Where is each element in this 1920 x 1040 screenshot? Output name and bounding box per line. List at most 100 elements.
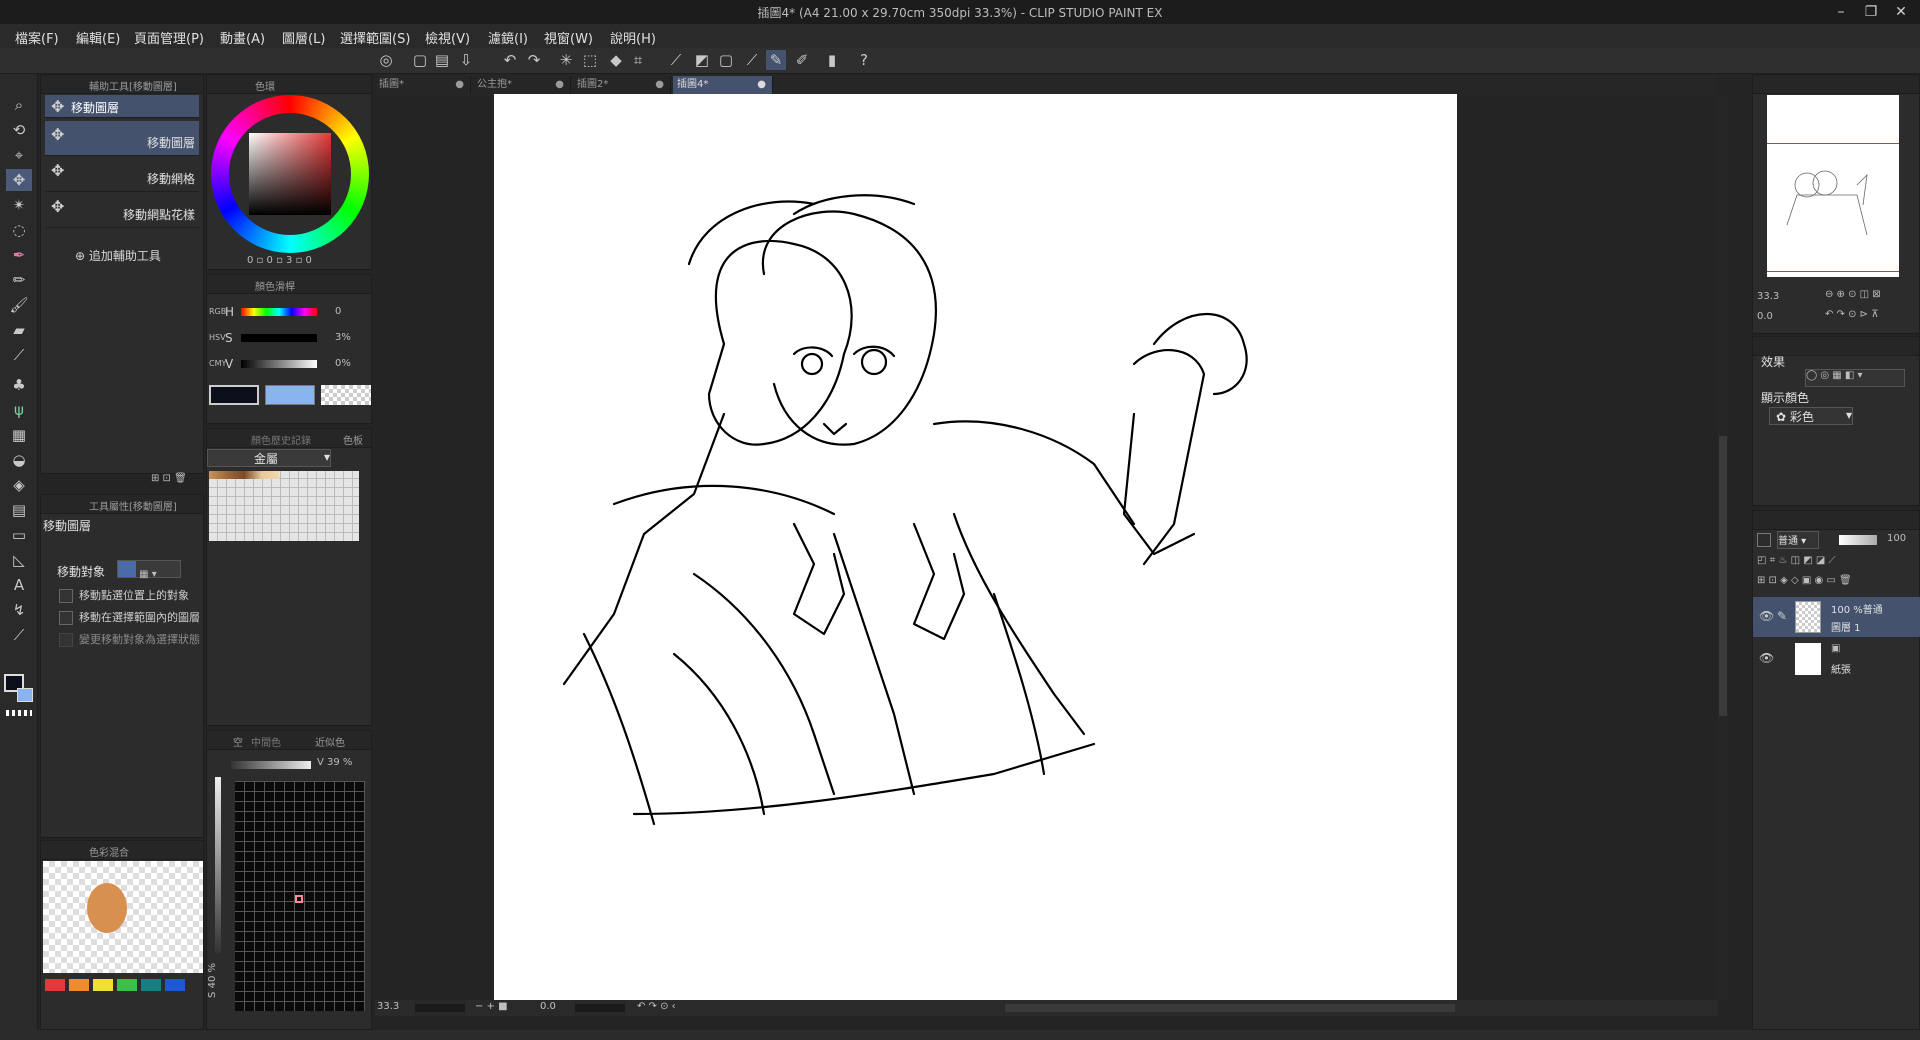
slider-row-h[interactable]: H 0 [225,305,371,319]
brush-icon[interactable]: 🖌 [6,294,32,316]
pencil-icon[interactable]: ✏ [6,269,32,291]
gradient-icon[interactable]: ▤ [6,499,32,521]
layer-row-2[interactable]: 👁 ▣ 紙張 [1753,639,1920,679]
object-icon[interactable]: ⌖ [6,144,32,166]
navigator-rotate-buttons[interactable]: ↶ ↷ ⊙ ⊳ ⊼ [1825,309,1879,320]
decoration-icon[interactable]: ♣ [6,374,32,396]
opacity-slider[interactable] [1839,535,1877,545]
sub-color-icon[interactable] [17,688,33,702]
slider-row-s[interactable]: S 3% [225,331,371,345]
text-icon[interactable]: A [6,574,32,596]
menu-edit[interactable]: 編輯(E) [76,28,120,47]
eye-icon[interactable]: 👁 [1759,609,1774,623]
color-set-grid[interactable] [209,471,359,541]
tab-doc-2[interactable]: 公主抱* ● [473,76,571,94]
status-angle[interactable]: 0.0 [540,1001,556,1012]
menu-filter[interactable]: 濾鏡(I) [488,28,528,47]
menu-page[interactable]: 頁面管理(P) [134,28,204,47]
canvas-paper[interactable] [494,94,1457,1001]
correct-line-icon[interactable]: ⟋ [6,624,32,646]
sub-color-swatch[interactable] [265,385,315,405]
mix-swatch-orange[interactable] [69,979,89,991]
menu-file[interactable]: 檔案(F) [15,28,59,47]
minimize-icon[interactable]: – [1826,0,1856,24]
mix-swatch-green[interactable] [117,979,137,991]
navigator-preview[interactable] [1767,95,1899,277]
pen-settings-icon[interactable]: ✐ [792,50,812,70]
layer-tool-row-1[interactable]: ◰ ⌗ ♨ ◫ ◩ ◪ ⟋ [1757,555,1835,566]
status-zoom[interactable]: 33.3 [377,1001,399,1012]
auto-select-icon[interactable]: ✴ [6,194,32,216]
blend-icon[interactable]: ◒ [6,449,32,471]
rotate-slider[interactable] [575,1004,625,1012]
subtool-item-move-grid[interactable]: ✥ 移動網格 [45,157,199,192]
lasso-icon[interactable]: ◌ [6,219,32,241]
vertical-scrollbar[interactable] [1717,96,1729,1000]
frame-icon[interactable]: ▦ [6,424,32,446]
operation-icon[interactable]: ⟲ [6,119,32,141]
saturation-square[interactable] [249,133,331,215]
redo-icon[interactable]: ↷ [524,50,544,70]
menu-window[interactable]: 視窗(W) [544,28,593,47]
ruler-snap2-icon[interactable]: ◩ [692,50,712,70]
similar-color-grid[interactable] [235,781,365,1011]
figure-icon[interactable]: ▭ [6,524,32,546]
tab-doc-3[interactable]: 插圖2* ● [573,76,671,94]
menu-animation[interactable]: 動畫(A) [220,28,265,47]
maximize-icon[interactable]: ❐ [1856,0,1886,24]
layer-lock-icon[interactable] [1757,533,1771,547]
ruler-icon[interactable]: ◺ [6,549,32,571]
similar-s-slider[interactable] [215,777,221,953]
navigator-angle[interactable]: 0.0 [1757,311,1773,322]
zoom-buttons[interactable]: − + ■ [475,1001,508,1012]
similar-v-slider[interactable] [231,761,311,769]
subtool-item-move-layer[interactable]: ✥ 移動圖層 [45,121,199,156]
subtool-item-move-tone[interactable]: ✥ 移動網點花樣 [45,193,199,228]
close-icon[interactable]: ✕ [1886,0,1916,24]
slider-row-v[interactable]: V 0% [225,357,371,371]
pen-icon[interactable]: ✒ [6,244,32,266]
transform-icon[interactable]: ⌗ [628,50,648,70]
horizontal-scrollbar[interactable] [1005,1004,1455,1012]
opacity-value[interactable]: 100 [1887,533,1906,544]
mix-swatch-red[interactable] [45,979,65,991]
layer-row-1[interactable]: 👁 ✎ 100 %普通 圖層 1 [1753,597,1920,637]
ruler-snap-icon[interactable]: ⟋ [666,50,686,70]
option-move-in-selection[interactable]: 移動在選擇範圍內的圖層 [59,609,200,625]
slider-mode-tabs[interactable]: RGB HSV CMY [209,299,226,377]
blend-mode-select[interactable]: 普通 ▾ [1777,531,1819,549]
menu-layer[interactable]: 圖層(L) [282,28,325,47]
color-mix-canvas[interactable] [43,861,203,973]
subtool-group[interactable]: ✥ 移動圖層 [45,95,199,118]
menu-view[interactable]: 檢視(V) [425,28,470,47]
subtool-footer-icons[interactable]: ⊞ ⊡ 🗑 [151,473,205,484]
eye-icon[interactable]: 👁 [1759,651,1774,665]
zoom-icon[interactable]: ⌕ [6,94,32,116]
open-file-icon[interactable]: ▤ [432,50,452,70]
layer-tool-row-2[interactable]: ⊞ ⊡ ◈ ◇ ▣ ◉ ▭ 🗑 [1757,575,1852,586]
clip-studio-icon[interactable]: ◎ [376,50,396,70]
mix-swatch-blue[interactable] [165,979,185,991]
undo-icon[interactable]: ↶ [500,50,520,70]
eraser-icon[interactable]: ▰ [6,319,32,341]
mix-swatch-yellow[interactable] [93,979,113,991]
move-layer-icon[interactable]: ✥ [6,169,32,191]
fill-icon[interactable]: ◆ [606,50,626,70]
save-icon[interactable]: ⇩ [456,50,476,70]
mix-swatch-teal[interactable] [141,979,161,991]
fill-tool-icon[interactable]: ◈ [6,474,32,496]
device-icon[interactable]: ▮ [822,50,842,70]
tab-doc-1[interactable]: 插圖* ● [375,76,471,94]
stroke-icon[interactable]: ⟋ [742,50,762,70]
move-target-select[interactable]: ▦ ▾ [117,560,181,580]
clear-icon[interactable]: ✳ [556,50,576,70]
navigator-zoom-buttons[interactable]: ⊖ ⊕ ⊙ ◫ ⊠ [1825,289,1881,300]
rotate-buttons[interactable]: ↶ ↷ ⊙ ‹ [637,1001,676,1012]
main-color-swatch[interactable] [209,385,259,405]
stabilize-icon[interactable]: ✎ [766,50,786,70]
new-file-icon[interactable]: ▢ [410,50,430,70]
grass-icon[interactable]: ψ [6,399,32,421]
tab-doc-4[interactable]: 插圖4* ● [673,76,773,94]
menu-help[interactable]: 說明(H) [610,28,656,47]
display-color-select[interactable]: ✿ 彩色 ▾ [1769,407,1853,425]
